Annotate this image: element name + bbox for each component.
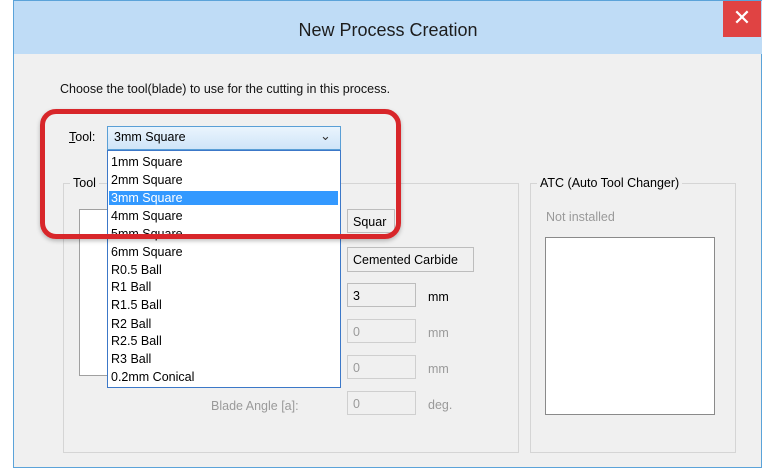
atc-group-label: ATC (Auto Tool Changer) (537, 176, 683, 190)
param3-unit: mm (428, 362, 449, 376)
tool-param2-field: 0 (347, 319, 416, 343)
dropdown-option[interactable]: R1.5 Ball (109, 298, 338, 312)
dropdown-option[interactable]: 6mm Square (109, 245, 338, 259)
param2-unit: mm (428, 326, 449, 340)
dropdown-option[interactable]: 0.2mm Conical (109, 370, 338, 384)
dropdown-option[interactable]: R3 Ball (109, 352, 338, 366)
dropdown-option[interactable]: R2 Ball (109, 317, 338, 331)
diameter-unit: mm (428, 290, 449, 304)
atc-listbox[interactable] (545, 237, 715, 415)
blade-angle-field: 0 (347, 391, 416, 415)
highlight-annotation (40, 109, 401, 239)
tool-material-field: Cemented Carbide (347, 247, 474, 272)
instruction-text: Choose the tool(blade) to use for the cu… (60, 82, 391, 96)
dropdown-option[interactable]: R1 Ball (109, 280, 338, 294)
dropdown-option[interactable]: R2.5 Ball (109, 334, 338, 348)
blade-angle-unit: deg. (428, 398, 453, 412)
tool-diameter-field[interactable]: 3 (347, 283, 416, 307)
tool-param3-field: 0 (347, 355, 416, 379)
atc-status: Not installed (546, 210, 615, 224)
window-title: New Process Creation (298, 20, 478, 40)
dropdown-option[interactable]: R0.5 Ball (109, 263, 338, 277)
blade-angle-label: Blade Angle [a]: (211, 399, 299, 413)
close-button[interactable]: ✕ (723, 1, 761, 37)
